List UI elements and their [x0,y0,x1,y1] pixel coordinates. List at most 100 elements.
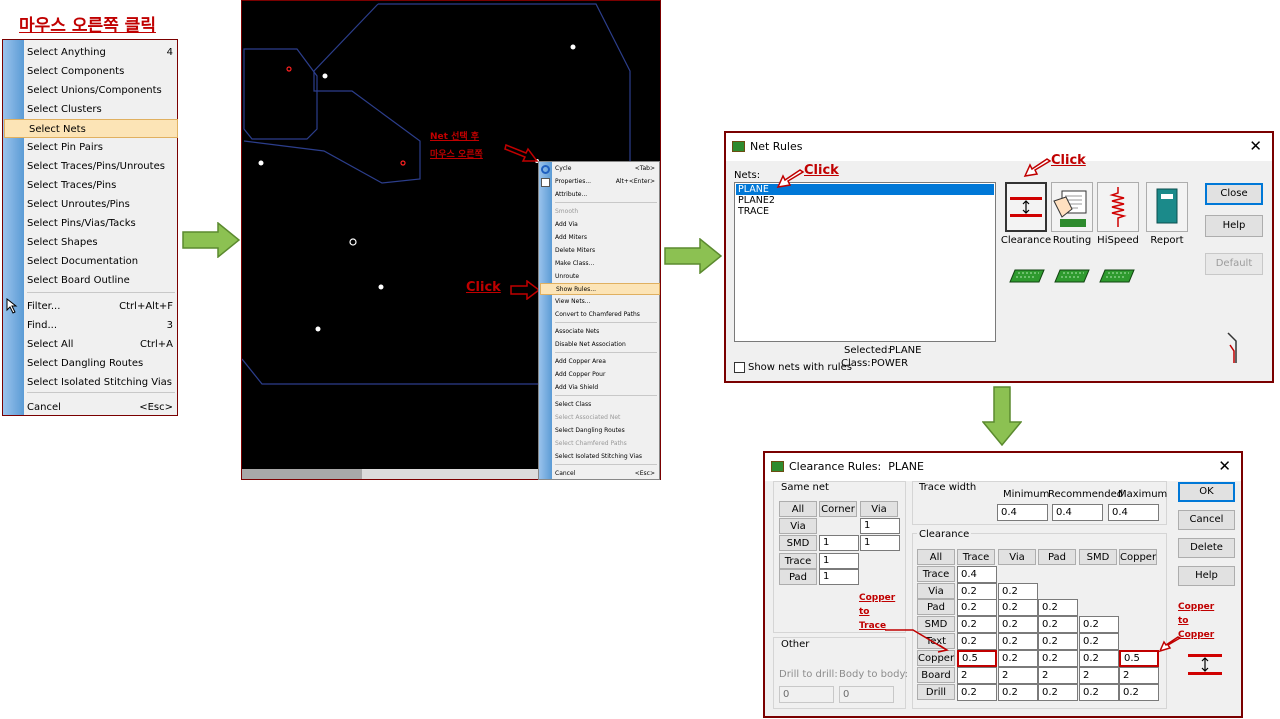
body-to-body-field[interactable]: 0 [839,686,894,703]
same-net-cell[interactable]: 1 [819,569,859,585]
menu-item[interactable]: Show Rules... [540,283,660,295]
drill-to-drill-field[interactable]: 0 [779,686,834,703]
clearance-cell[interactable]: 0.2 [1079,650,1119,667]
menu-item[interactable]: Convert to Chamfered Paths [555,309,657,321]
clearance-col-header[interactable]: SMD [1079,549,1117,565]
menu-item[interactable]: Select Clusters [27,100,175,119]
clearance-cell[interactable]: 2 [1079,667,1119,684]
menu-item[interactable]: Select Anything 4 [27,43,175,62]
nets-listbox[interactable]: PLANE PLANE2 TRACE [734,182,996,342]
clearance-cell[interactable]: 0.2 [1038,633,1078,650]
scrollbar-thumb[interactable] [242,469,362,479]
clearance-cell[interactable]: 0.2 [998,684,1038,701]
clearance-col-header[interactable]: Copper [1119,549,1157,565]
menu-item[interactable]: Cancel <Esc> [555,468,657,480]
menu-item[interactable]: Associate Nets [555,326,657,338]
clearance-cell[interactable]: 0.4 [957,566,997,583]
help-button[interactable]: Help [1205,215,1263,237]
menu-item[interactable]: Unroute [555,271,657,283]
show-nets-checkbox[interactable] [734,362,745,373]
net-list-item[interactable]: TRACE [736,206,994,217]
same-net-header-button[interactable]: Corner [819,501,857,517]
clearance-cell[interactable]: 0.2 [998,599,1038,616]
menu-item[interactable]: Add Copper Pour [555,369,657,381]
help-button[interactable]: Help [1178,566,1235,586]
same-net-row-button[interactable]: Pad [779,569,817,585]
clearance-cell[interactable]: 0.5 [1119,650,1159,667]
menu-item[interactable]: Select Board Outline [27,271,175,290]
menu-item[interactable]: Find... 3 [27,316,175,335]
cancel-button[interactable]: Cancel [1178,510,1235,530]
clearance-col-header[interactable]: Via [998,549,1036,565]
menu-item[interactable]: Select Documentation [27,252,175,271]
same-net-header-button[interactable]: All [779,501,817,517]
clearance-cell[interactable]: 2 [998,667,1038,684]
default-button[interactable]: Default [1205,253,1263,275]
clearance-button[interactable] [1005,182,1047,232]
clearance-cell[interactable]: 0.2 [998,650,1038,667]
menu-item[interactable]: Cancel <Esc> [27,398,175,417]
clearance-cell[interactable]: 2 [1038,667,1078,684]
clearance-cell[interactable]: 0.2 [1079,616,1119,633]
menu-item[interactable]: Select Unions/Components [27,81,175,100]
clearance-cell[interactable]: 0.2 [1038,599,1078,616]
ok-button[interactable]: OK [1178,482,1235,502]
clearance-row-header[interactable]: Pad [917,599,955,615]
clearance-cell[interactable]: 0.2 [1038,650,1078,667]
board-icon[interactable] [1054,269,1090,283]
clearance-cell[interactable]: 0.2 [957,616,997,633]
menu-item[interactable]: Select Isolated Stitching Vias [27,373,175,392]
delete-button[interactable]: Delete [1178,538,1235,558]
menu-item[interactable]: Select Dangling Routes [555,425,657,437]
clearance-col-header[interactable]: Trace [957,549,995,565]
menu-item[interactable]: Select Traces/Pins [27,176,175,195]
menu-item[interactable]: Select Components [27,62,175,81]
menu-item[interactable]: Select Dangling Routes [27,354,175,373]
same-net-cell[interactable]: 1 [860,535,900,551]
menu-item[interactable]: View Nets... [555,296,657,308]
clearance-col-header[interactable]: Pad [1038,549,1076,565]
clearance-cell[interactable]: 0.2 [957,599,997,616]
net-list-item[interactable]: PLANE2 [736,195,994,206]
menu-item[interactable]: Select Class [555,399,657,411]
clearance-cell[interactable]: 2 [957,667,997,684]
menu-item[interactable]: Select Chamfered Paths [555,438,657,450]
clearance-cell[interactable]: 0.5 [957,650,997,667]
clearance-row-header[interactable]: Board [917,667,955,683]
clearance-col-header[interactable]: All [917,549,955,565]
menu-item[interactable]: Select Pin Pairs [27,138,175,157]
close-icon[interactable]: ✕ [1218,457,1231,475]
menu-item[interactable]: Add Via [555,219,657,231]
minimum-field[interactable]: 0.4 [997,504,1048,521]
menu-item[interactable]: Select Unroutes/Pins [27,195,175,214]
routing-button[interactable] [1051,182,1093,232]
maximum-field[interactable]: 0.4 [1108,504,1159,521]
clearance-cell[interactable]: 0.2 [998,633,1038,650]
menu-item[interactable]: Select Associated Net [555,412,657,424]
clearance-cell[interactable]: 0.2 [998,616,1038,633]
clearance-cell[interactable]: 0.2 [1079,684,1119,701]
same-net-header-button[interactable]: Via [860,501,898,517]
same-net-row-button[interactable]: Via [779,518,817,534]
clearance-cell[interactable]: 0.2 [957,633,997,650]
clearance-cell[interactable]: 0.2 [1079,633,1119,650]
clearance-cell[interactable]: 0.2 [1119,684,1159,701]
clearance-row-header[interactable]: Via [917,583,955,599]
net-list-item[interactable]: PLANE [736,184,994,195]
clearance-cell[interactable]: 0.2 [1038,616,1078,633]
menu-item[interactable]: Add Copper Area [555,356,657,368]
same-net-cell[interactable]: 1 [860,518,900,534]
menu-item[interactable]: Properties... Alt+<Enter> [555,176,657,188]
menu-item[interactable]: Select Traces/Pins/Unroutes [27,157,175,176]
same-net-cell[interactable]: 1 [819,535,859,551]
clearance-row-header[interactable]: Trace [917,566,955,582]
clearance-row-header[interactable]: Drill [917,684,955,700]
board-icon[interactable] [1009,269,1045,283]
clearance-cell[interactable]: 2 [1119,667,1159,684]
menu-item[interactable]: Add Via Shield [555,382,657,394]
same-net-cell[interactable]: 1 [819,553,859,569]
hispeed-button[interactable] [1097,182,1139,232]
menu-item[interactable]: Delete Miters [555,245,657,257]
report-button[interactable] [1146,182,1188,232]
clearance-cell[interactable]: 0.2 [1038,684,1078,701]
